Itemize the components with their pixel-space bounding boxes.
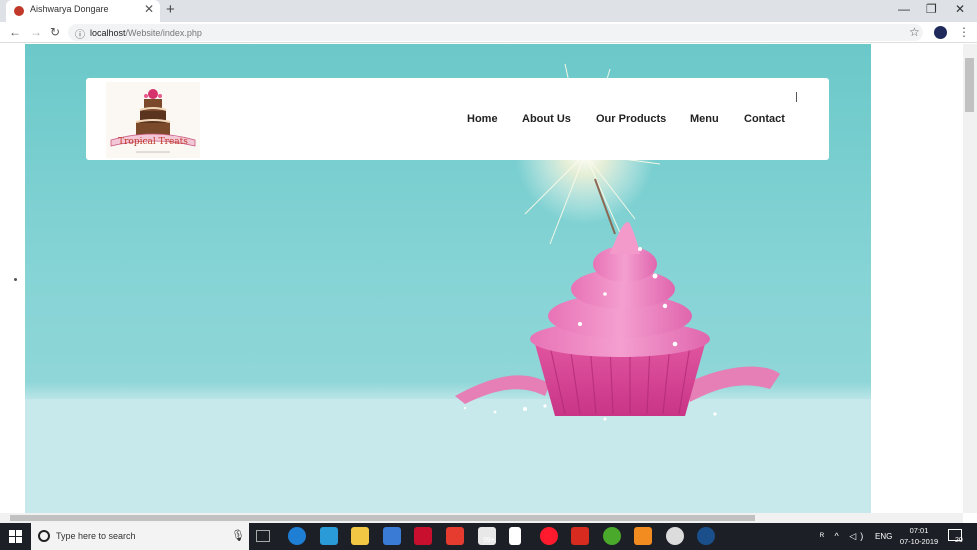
system-tray-icons[interactable]: ᴿ ^ ◁) xyxy=(820,531,867,542)
browser-tab[interactable]: Aishwarya Dongare ✕ xyxy=(6,0,160,22)
edge-browser-icon[interactable] xyxy=(288,527,306,545)
minimize-button[interactable]: — xyxy=(898,2,910,16)
chrome-icon[interactable] xyxy=(666,527,684,545)
profile-avatar[interactable] xyxy=(934,26,947,39)
bullet-dot xyxy=(14,278,17,281)
vertical-scrollbar[interactable] xyxy=(963,44,977,513)
nav-about-us-link[interactable]: About Us xyxy=(522,113,571,125)
text-caret xyxy=(796,92,797,102)
mcafee-icon[interactable] xyxy=(414,527,432,545)
notification-count: 20 xyxy=(955,537,963,544)
taskbar-clock[interactable]: 07:01 07-10-2019 xyxy=(894,525,944,547)
page-viewport: Tropical Treats Home About Us Our Produc… xyxy=(0,44,963,513)
vertical-scroll-thumb[interactable] xyxy=(965,58,974,112)
microphone-icon[interactable]: 🎙 xyxy=(231,529,245,542)
opera-icon[interactable] xyxy=(540,527,558,545)
bookmark-star-icon[interactable]: ☆ xyxy=(909,25,920,39)
taskbar-search-box[interactable]: Type here to search 🎙 xyxy=(31,523,249,550)
cupcake-favicon-icon xyxy=(14,6,24,16)
tab-close-icon[interactable]: ✕ xyxy=(144,2,154,16)
nav-menu-link[interactable]: Menu xyxy=(690,113,719,125)
restore-button[interactable]: ❐ xyxy=(926,2,937,16)
xampp-icon[interactable] xyxy=(634,527,652,545)
nav-home-link[interactable]: Home xyxy=(467,113,498,125)
document-icon[interactable] xyxy=(509,527,521,545)
nav-our-products-link[interactable]: Our Products xyxy=(596,113,666,125)
site-info-icon[interactable]: ⓘ xyxy=(75,26,85,41)
browser-menu-icon[interactable]: ⋮ xyxy=(958,25,970,39)
cortana-icon xyxy=(38,530,50,542)
reload-button[interactable]: ↻ xyxy=(50,25,60,39)
close-window-button[interactable]: ✕ xyxy=(955,2,965,16)
tropical-treats-logo[interactable]: Tropical Treats xyxy=(106,82,200,158)
new-tab-button[interactable]: + xyxy=(166,1,175,18)
site-header: Tropical Treats Home About Us Our Produc… xyxy=(86,78,829,160)
steam-icon[interactable] xyxy=(697,527,715,545)
logo-text: Tropical Treats xyxy=(118,137,188,147)
url-text[interactable]: localhost/Website/index.php xyxy=(90,28,202,38)
nav-contact-link[interactable]: Contact xyxy=(744,113,785,125)
acrobat-icon[interactable] xyxy=(571,527,589,545)
windows-start-icon[interactable] xyxy=(9,530,22,543)
tab-title: Aishwarya Dongare xyxy=(30,4,109,14)
search-placeholder: Type here to search xyxy=(56,531,136,541)
language-indicator[interactable]: ENG xyxy=(875,532,892,541)
horizontal-scroll-thumb[interactable] xyxy=(10,515,755,521)
file-explorer-icon[interactable] xyxy=(351,527,369,545)
clock-date: 07-10-2019 xyxy=(899,537,939,546)
task-view-icon[interactable] xyxy=(256,530,270,542)
forward-button[interactable]: → xyxy=(30,25,42,39)
app-badge-count: 99+ xyxy=(483,537,495,544)
url-path: /Website/index.php xyxy=(125,28,202,38)
back-button[interactable]: ← xyxy=(9,25,21,39)
utorrent-icon[interactable] xyxy=(603,527,621,545)
l-app-icon[interactable] xyxy=(320,527,338,545)
clock-time: 07:01 xyxy=(909,526,929,535)
store-icon[interactable] xyxy=(383,527,401,545)
red-app-icon[interactable] xyxy=(446,527,464,545)
url-host: localhost xyxy=(90,28,126,38)
